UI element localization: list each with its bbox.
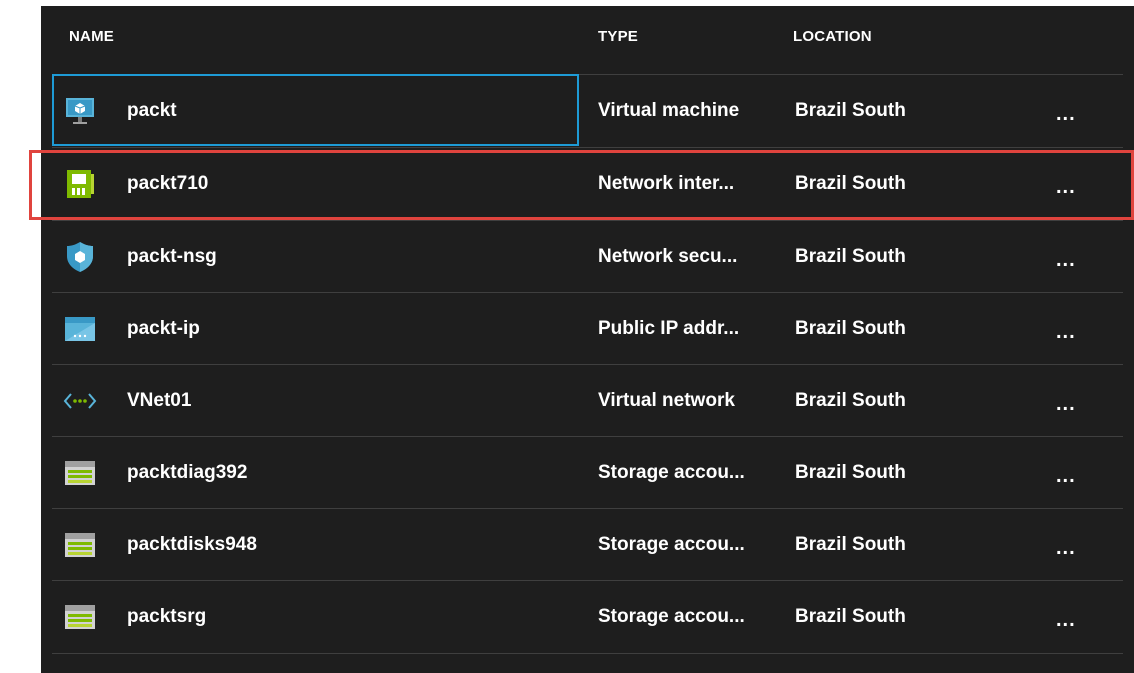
resource-type: Network secu...: [598, 246, 738, 267]
resource-name[interactable]: packt710: [127, 148, 208, 220]
resource-type: Storage accou...: [598, 606, 745, 627]
virtual-network-icon: [62, 383, 98, 419]
resource-name[interactable]: packtdiag392: [127, 437, 247, 509]
resource-location: Brazil South: [795, 173, 906, 194]
column-header-location[interactable]: LOCATION: [793, 28, 872, 45]
resource-location: Brazil South: [795, 534, 906, 555]
resource-type: Storage accou...: [598, 462, 745, 483]
table-row[interactable]: packtdiag392 Storage accou... Brazil Sou…: [52, 436, 1123, 509]
more-options-icon[interactable]: ...: [1056, 609, 1076, 632]
table-row[interactable]: packt-ip Public IP addr... Brazil South …: [52, 292, 1123, 365]
table-row[interactable]: packt710 Network inter... Brazil South .…: [52, 147, 1123, 220]
column-header-type[interactable]: TYPE: [598, 28, 638, 45]
resource-list-panel: NAME TYPE LOCATION packt Virtual machine…: [0, 0, 1134, 673]
more-options-icon[interactable]: ...: [1056, 537, 1076, 560]
resource-type: Virtual machine: [598, 100, 740, 121]
table-row[interactable]: packt-nsg Network secu... Brazil South .…: [52, 220, 1123, 293]
table-row[interactable]: packtsrg Storage accou... Brazil South .…: [52, 580, 1123, 654]
resource-type: Network inter...: [598, 173, 735, 194]
more-options-icon[interactable]: ...: [1056, 321, 1076, 344]
resource-type: Storage accou...: [598, 534, 745, 555]
resource-name[interactable]: packtdisks948: [127, 509, 257, 581]
resource-name[interactable]: VNet01: [127, 365, 191, 437]
more-options-icon[interactable]: ...: [1056, 103, 1076, 126]
storage-account-icon: [62, 527, 98, 563]
storage-account-icon: [62, 455, 98, 491]
more-options-icon[interactable]: ...: [1056, 176, 1076, 199]
table-row[interactable]: packtdisks948 Storage accou... Brazil So…: [52, 508, 1123, 581]
resource-type: Public IP addr...: [598, 318, 740, 339]
more-options-icon[interactable]: ...: [1056, 465, 1076, 488]
resource-location: Brazil South: [795, 246, 906, 267]
resource-location: Brazil South: [795, 100, 906, 121]
public-ip-icon: [62, 311, 98, 347]
virtual-machine-icon: [62, 93, 98, 129]
resource-location: Brazil South: [795, 318, 906, 339]
resource-type: Virtual network: [598, 390, 735, 411]
resource-location: Brazil South: [795, 462, 906, 483]
resource-name[interactable]: packt-ip: [127, 293, 200, 365]
table-row[interactable]: packt Virtual machine Brazil South ...: [52, 74, 1123, 147]
column-header-name[interactable]: NAME: [69, 28, 114, 45]
network-interface-icon: [62, 166, 98, 202]
more-options-icon[interactable]: ...: [1056, 393, 1076, 416]
resource-location: Brazil South: [795, 390, 906, 411]
column-header-row: NAME TYPE LOCATION: [41, 6, 1134, 76]
shield-icon: [62, 239, 98, 275]
resource-name[interactable]: packt: [127, 75, 177, 147]
more-options-icon[interactable]: ...: [1056, 249, 1076, 272]
resource-name[interactable]: packt-nsg: [127, 221, 217, 293]
resource-name[interactable]: packtsrg: [127, 581, 206, 653]
resource-location: Brazil South: [795, 606, 906, 627]
table-row[interactable]: VNet01 Virtual network Brazil South ...: [52, 364, 1123, 437]
storage-account-icon: [62, 599, 98, 635]
left-margin: [0, 0, 41, 673]
